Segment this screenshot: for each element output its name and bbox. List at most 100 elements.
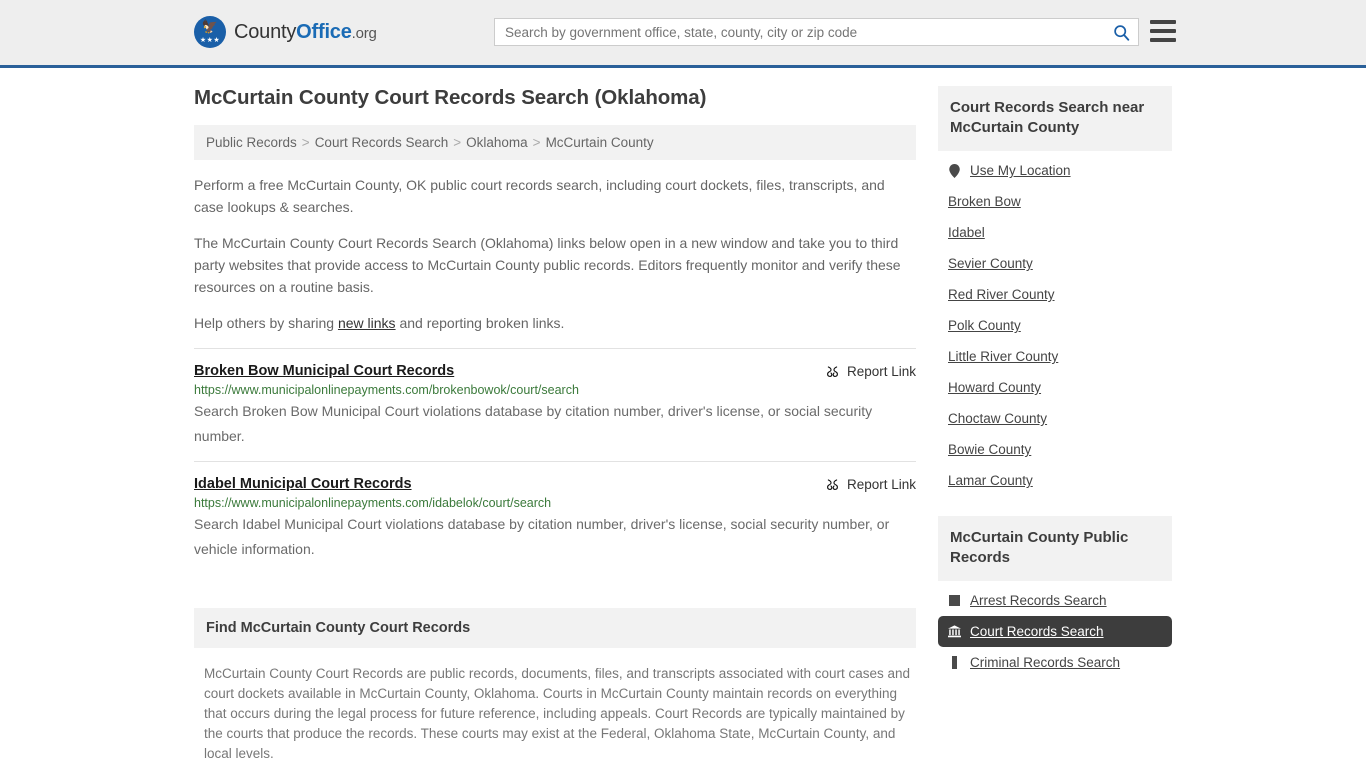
public-records-list: Arrest Records Search Court Records Sear… [938, 581, 1172, 678]
share-text-after: and reporting broken links. [395, 315, 565, 331]
breadcrumb-item-court-records-search[interactable]: Court Records Search [315, 135, 449, 150]
report-link-button[interactable]: Report Link [825, 476, 916, 492]
map-pin-icon [948, 163, 961, 178]
public-records-card: McCurtain County Public Records Arrest R… [938, 516, 1172, 678]
sidebar-item-lamar-county[interactable]: Lamar County [938, 465, 1172, 496]
brand-text: CountyOffice.org [234, 21, 377, 44]
breadcrumb-item-mccurtain-county: McCurtain County [545, 135, 654, 150]
breadcrumb-item-public-records[interactable]: Public Records [206, 135, 297, 150]
use-my-location-label: Use My Location [970, 163, 1071, 178]
list-item: Choctaw County [938, 403, 1172, 434]
find-records-section: Find McCurtain County Court Records McCu… [194, 608, 916, 768]
sidebar-item-bowie-county[interactable]: Bowie County [938, 434, 1172, 465]
find-records-heading: Find McCurtain County Court Records [194, 608, 916, 648]
list-item: Idabel [938, 217, 1172, 248]
result-header: Idabel Municipal Court Records Report Li… [194, 476, 916, 492]
share-text-before: Help others by sharing [194, 315, 338, 331]
sidebar-item-criminal-records-search[interactable]: Criminal Records Search [938, 647, 1172, 678]
sidebar-item-label: Arrest Records Search [970, 593, 1107, 608]
sidebar-item-label: Howard County [948, 380, 1042, 395]
use-my-location-link[interactable]: Use My Location [938, 155, 1172, 186]
page-title: McCurtain County Court Records Search (O… [194, 86, 707, 109]
breadcrumb-separator: > [453, 135, 462, 150]
sidebar-item-little-river-county[interactable]: Little River County [938, 341, 1172, 372]
new-links-link[interactable]: new links [338, 315, 396, 331]
bar-icon [948, 656, 961, 669]
brand-part-tld: .org [351, 24, 377, 42]
list-item: Lamar County [938, 465, 1172, 496]
square-icon [948, 595, 961, 606]
sidebar-item-label: Court Records Search [970, 624, 1104, 639]
sidebar-item-choctaw-county[interactable]: Choctaw County [938, 403, 1172, 434]
broken-link-icon [827, 479, 838, 490]
list-item: Criminal Records Search [938, 647, 1172, 678]
breadcrumb: Public Records > Court Records Search > Okla… [194, 125, 916, 160]
search-icon [1113, 24, 1129, 41]
menu-bar-3 [1150, 38, 1176, 42]
menu-bar-1 [1150, 20, 1176, 24]
result-title-link[interactable]: Broken Bow Municipal Court Records [194, 363, 454, 379]
find-records-body: McCurtain County Court Records are publi… [194, 648, 916, 768]
list-item: Broken Bow [938, 186, 1172, 217]
breadcrumb-separator: > [301, 135, 310, 150]
search-bar [494, 18, 1139, 46]
nearby-search-heading: Court Records Search near McCurtain Coun… [938, 86, 1172, 151]
sidebar-item-polk-county[interactable]: Polk County [938, 310, 1172, 341]
sidebar-item-label: Red River County [948, 287, 1055, 302]
breadcrumb-separator: > [532, 135, 541, 150]
broken-link-icon [827, 366, 838, 377]
list-item: Red River County [938, 279, 1172, 310]
list-item: Arrest Records Search [938, 585, 1172, 616]
result-url[interactable]: https://www.municipalonlinepayments.com/… [194, 496, 916, 510]
list-item: Use My Location [938, 155, 1172, 186]
sidebar: Court Records Search near McCurtain Coun… [938, 86, 1172, 678]
hamburger-menu-icon[interactable] [1150, 20, 1176, 42]
site-logo[interactable]: 🦅 ★★★ CountyOffice.org [194, 16, 377, 48]
intro-paragraph-1: Perform a free McCurtain County, OK publ… [194, 177, 885, 215]
list-item: Howard County [938, 372, 1172, 403]
sidebar-item-label: Criminal Records Search [970, 655, 1121, 670]
list-item: Court Records Search [938, 616, 1172, 647]
sidebar-item-howard-county[interactable]: Howard County [938, 372, 1172, 403]
list-item: Little River County [938, 341, 1172, 372]
list-item: Polk County [938, 310, 1172, 341]
sidebar-item-label: Broken Bow [948, 194, 1021, 209]
search-input[interactable] [495, 19, 1104, 45]
nearby-search-list: Use My Location Broken Bow Idabel Sevier… [938, 151, 1172, 496]
intro-paragraph-3: Help others by sharing new links and rep… [194, 312, 916, 334]
result-description: Search Broken Bow Municipal Court violat… [194, 403, 873, 444]
search-button[interactable] [1104, 19, 1138, 45]
breadcrumb-item-oklahoma[interactable]: Oklahoma [466, 135, 528, 150]
sidebar-item-red-river-county[interactable]: Red River County [938, 279, 1172, 310]
sidebar-item-court-records-search[interactable]: Court Records Search [938, 616, 1172, 647]
page-body: McCurtain County Court Records Search (O… [0, 68, 1366, 761]
courthouse-icon [948, 625, 961, 638]
report-link-button[interactable]: Report Link [825, 363, 916, 379]
main-content: McCurtain County Court Records Search (O… [194, 86, 916, 768]
nearby-search-card: Court Records Search near McCurtain Coun… [938, 86, 1172, 496]
result-item: Idabel Municipal Court Records Report Li… [194, 461, 916, 574]
sidebar-item-broken-bow[interactable]: Broken Bow [938, 186, 1172, 217]
brand-part-office: Office [296, 20, 352, 43]
sidebar-item-label: Lamar County [948, 473, 1033, 488]
sidebar-item-label: Bowie County [948, 442, 1032, 457]
sidebar-item-sevier-county[interactable]: Sevier County [938, 248, 1172, 279]
result-url[interactable]: https://www.municipalonlinepayments.com/… [194, 383, 916, 397]
sidebar-item-arrest-records-search[interactable]: Arrest Records Search [938, 585, 1172, 616]
result-description: Search Idabel Municipal Court violations… [194, 516, 890, 557]
public-records-heading: McCurtain County Public Records [938, 516, 1172, 581]
list-item: Bowie County [938, 434, 1172, 465]
list-item: Sevier County [938, 248, 1172, 279]
result-title-link[interactable]: Idabel Municipal Court Records [194, 476, 412, 492]
sidebar-item-idabel[interactable]: Idabel [938, 217, 1172, 248]
find-records-paragraph: McCurtain County Court Records are publi… [204, 666, 911, 761]
report-link-label: Report Link [846, 477, 916, 492]
report-link-label: Report Link [846, 364, 916, 379]
brand-part-county: County [234, 20, 297, 43]
menu-bar-2 [1150, 29, 1176, 33]
site-header: 🦅 ★★★ CountyOffice.org [0, 0, 1366, 68]
sidebar-item-label: Little River County [948, 349, 1059, 364]
sidebar-item-label: Polk County [948, 318, 1021, 333]
eagle-seal-icon: 🦅 ★★★ [194, 16, 226, 48]
sidebar-item-label: Idabel [948, 225, 985, 240]
